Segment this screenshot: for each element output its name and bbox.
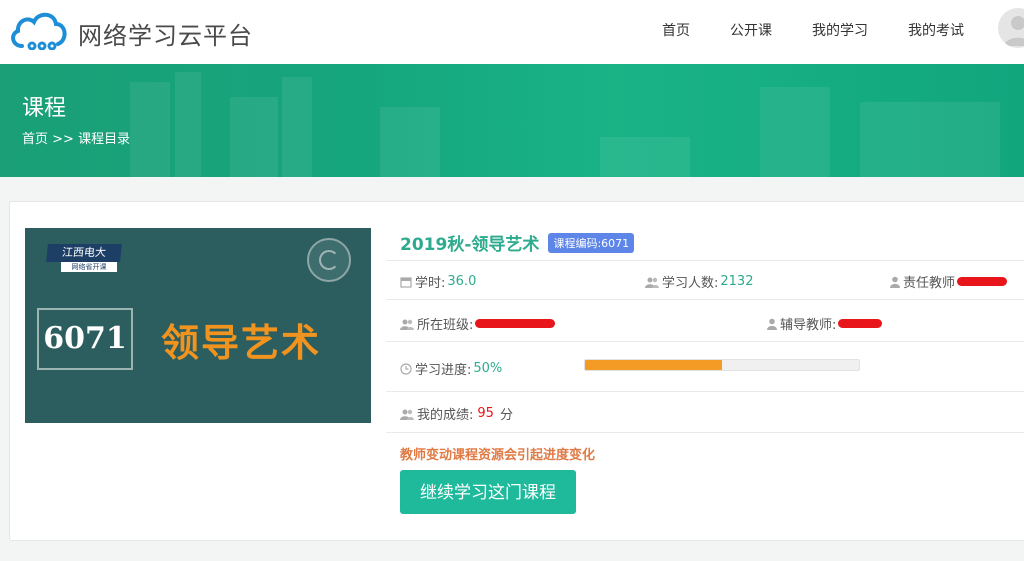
divider: [386, 341, 1024, 342]
user-avatar[interactable]: [998, 8, 1024, 48]
user-icon: [767, 318, 777, 330]
banner-decoration: [130, 82, 170, 177]
cover-school-tag: 江西电大 网络省开课: [46, 244, 122, 274]
progress-bar: [584, 359, 860, 371]
score-unit: 分: [499, 408, 513, 423]
tutor-label: 辅导教师:: [780, 318, 837, 333]
course-score: 我的成绩: 95 分: [400, 404, 513, 423]
cloud-logo-icon: [11, 12, 67, 50]
banner-decoration: [600, 137, 690, 177]
class-label: 所在班级:: [417, 318, 474, 333]
course-hours: 学时: 36.0: [400, 272, 476, 291]
top-navbar: 网络学习云平台 首页 公开课 我的学习 我的考试: [0, 0, 1024, 65]
school-seal-icon: [307, 238, 351, 282]
divider: [386, 260, 1024, 261]
course-card: 江西电大 网络省开课 6071 领导艺术 2019秋-领导艺术 课程编码:607…: [9, 201, 1024, 541]
banner-decoration: [282, 77, 312, 177]
course-progress: 学习进度: 50%: [400, 359, 502, 378]
course-tutor: 辅导教师:: [767, 314, 883, 333]
breadcrumb: 首页 >> 课程目录: [22, 128, 130, 147]
course-students: 学习人数: 2132: [645, 272, 753, 291]
banner-decoration: [760, 87, 830, 177]
divider: [386, 299, 1024, 300]
course-code-badge: 课程编码:6071: [548, 232, 635, 253]
breadcrumb-separator: >>: [52, 132, 74, 147]
tutor-name-redacted: [838, 319, 883, 328]
teacher-label: 责任教师: [903, 276, 956, 291]
nav-item-home[interactable]: 首页: [662, 20, 690, 40]
cover-course-name: 领导艺术: [161, 321, 322, 365]
course-cover-image[interactable]: 江西电大 网络省开课 6071 领导艺术: [25, 228, 371, 423]
page-banner: 课程 首页 >> 课程目录: [0, 64, 1024, 177]
breadcrumb-home[interactable]: 首页: [22, 132, 48, 147]
hours-label: 学时:: [415, 276, 446, 291]
divider: [386, 432, 1024, 433]
course-title-row: 2019秋-领导艺术 课程编码:6071: [400, 230, 635, 255]
brand-name: 网络学习云平台: [78, 22, 253, 50]
progress-bar-fill: [585, 360, 722, 370]
users-icon: [400, 408, 414, 420]
banner-decoration: [860, 102, 1000, 177]
cover-school-sub: 网络省开课: [61, 262, 117, 272]
user-avatar-icon: [1004, 16, 1024, 46]
course-class: 所在班级:: [400, 314, 556, 333]
nav-item-my-exams[interactable]: 我的考试: [908, 20, 964, 40]
nav-item-open-courses[interactable]: 公开课: [730, 20, 772, 40]
teacher-name-redacted: [957, 277, 1008, 286]
divider: [386, 391, 1024, 392]
breadcrumb-current: 课程目录: [78, 132, 131, 147]
class-name-redacted: [475, 319, 556, 328]
progress-notice: 教师变动课程资源会引起进度变化: [400, 448, 596, 463]
progress-value: 50%: [473, 361, 503, 376]
score-label: 我的成绩:: [417, 408, 474, 423]
continue-course-button[interactable]: 继续学习这门课程: [400, 470, 576, 514]
hours-value: 36.0: [447, 274, 477, 289]
users-icon: [400, 318, 414, 330]
banner-decoration: [230, 97, 278, 177]
cover-course-code: 6071: [43, 321, 127, 356]
students-label: 学习人数:: [662, 276, 719, 291]
page-title: 课程: [22, 96, 67, 121]
course-title[interactable]: 2019秋-领导艺术: [400, 235, 539, 255]
score-value: 95: [477, 406, 494, 421]
user-icon: [890, 276, 900, 288]
cover-school-name: 江西电大: [46, 244, 122, 262]
brand-logo[interactable]: 网络学习云平台: [8, 6, 288, 54]
calendar-icon: [400, 276, 412, 288]
cover-code-box: 6071: [37, 308, 133, 370]
students-value: 2132: [720, 274, 754, 289]
users-icon: [645, 276, 659, 288]
clock-icon: [400, 362, 412, 375]
progress-label: 学习进度:: [415, 363, 472, 378]
nav-item-my-study[interactable]: 我的学习: [812, 20, 868, 40]
course-teacher: 责任教师: [890, 272, 1008, 291]
main-nav: 首页 公开课 我的学习 我的考试: [622, 20, 964, 40]
banner-decoration: [175, 72, 201, 177]
banner-decoration: [380, 107, 440, 177]
